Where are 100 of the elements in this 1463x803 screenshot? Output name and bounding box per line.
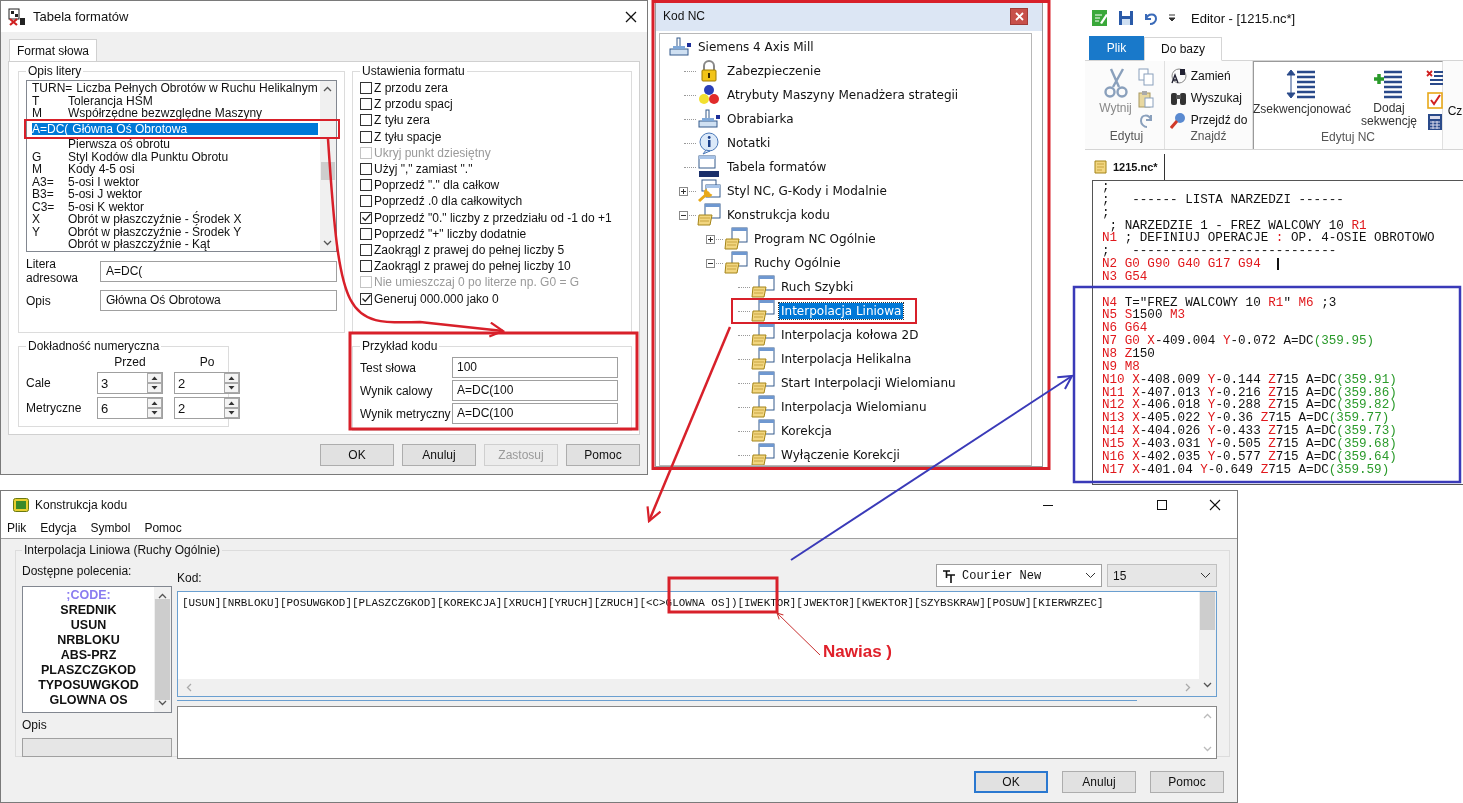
- menu-item[interactable]: Plik: [7, 521, 27, 535]
- menu-item[interactable]: Edycja: [40, 521, 77, 535]
- number-field[interactable]: 2: [174, 397, 240, 419]
- checkbox[interactable]: [360, 114, 372, 127]
- ribbon-tab[interactable]: Do bazy: [1144, 37, 1223, 61]
- save-icon[interactable]: [1118, 10, 1134, 26]
- calculator-icon[interactable]: [1426, 113, 1445, 130]
- tree-item[interactable]: Interpolacja Wielomianu: [779, 399, 929, 415]
- checkbox[interactable]: [360, 292, 372, 305]
- tab[interactable]: Format słowa: [9, 39, 98, 61]
- dialog-button[interactable]: Anuluj: [1062, 771, 1136, 793]
- number-field[interactable]: 6: [97, 397, 163, 419]
- scrollbar[interactable]: [154, 587, 171, 712]
- spinner-icon[interactable]: [147, 373, 162, 393]
- list-item[interactable]: PLASZCZGKOD: [23, 663, 154, 678]
- list-item[interactable]: USUN: [23, 618, 154, 633]
- tree-item[interactable]: Styl NC, G-Kody i Modalnie: [725, 183, 889, 199]
- checkbox[interactable]: [360, 227, 372, 240]
- ribbon-button[interactable]: Zamień: [1169, 67, 1248, 86]
- text-field[interactable]: A=DC(: [100, 260, 337, 282]
- tree-item[interactable]: Siemens 4 Axis Mill: [696, 39, 816, 55]
- checkbox[interactable]: [360, 82, 372, 95]
- tree-item[interactable]: Atrybuty Maszyny Menadżera strategii: [725, 87, 961, 103]
- list-item[interactable]: SREDNIK: [23, 603, 154, 618]
- dialog-button[interactable]: OK: [320, 444, 394, 466]
- dialog-button[interactable]: Anuluj: [402, 444, 476, 466]
- expand-toggle[interactable]: [706, 258, 715, 268]
- font-dropdown[interactable]: Courier New: [936, 564, 1102, 587]
- scroll-down-icon[interactable]: [1203, 682, 1212, 688]
- maximize-icon[interactable]: [1156, 498, 1168, 511]
- scroll-up-icon[interactable]: [323, 86, 333, 92]
- text-field[interactable]: A=DC(100: [452, 380, 618, 401]
- tree-item[interactable]: Obrabiarka: [725, 111, 796, 127]
- checkbox[interactable]: [360, 243, 372, 256]
- ribbon-button[interactable]: Zsekwencjonować: [1252, 66, 1353, 130]
- description-box[interactable]: [177, 706, 1217, 759]
- spinner-icon[interactable]: [147, 398, 162, 418]
- tree-item[interactable]: Interpolacja Helikalna: [779, 351, 914, 367]
- tree-item[interactable]: Korekcja: [779, 423, 834, 439]
- checkbox[interactable]: [360, 260, 372, 273]
- checkbox[interactable]: [360, 163, 372, 176]
- checkbox[interactable]: [360, 179, 372, 192]
- list-item[interactable]: ABS-PRZ: [23, 648, 154, 663]
- tree-item[interactable]: Start Interpolacji Wielomianu: [779, 375, 958, 391]
- tree-item[interactable]: Interpolacja Liniowa: [779, 303, 904, 319]
- scroll-down-icon[interactable]: [158, 700, 167, 706]
- code-editor[interactable]: [1092, 180, 1463, 485]
- dialog-button[interactable]: Pomoc: [1150, 771, 1224, 793]
- scroll-up-icon[interactable]: [158, 593, 167, 599]
- text-field[interactable]: Główna Oś Obrotowa: [100, 290, 337, 311]
- tree-item[interactable]: Ruch Szybki: [779, 279, 856, 295]
- scroll-thumb[interactable]: [155, 599, 170, 700]
- close-icon[interactable]: [1209, 498, 1221, 511]
- tree-item[interactable]: Program NC Ogólnie: [752, 231, 878, 247]
- ribbon-button[interactable]: Przejdź do: [1169, 110, 1248, 129]
- checkbox[interactable]: [360, 195, 372, 208]
- list-item[interactable]: TYPOSUWGKOD: [23, 678, 154, 693]
- expand-toggle[interactable]: [679, 186, 688, 196]
- tree-item[interactable]: Wyłączenie Korekcji: [779, 447, 902, 463]
- scroll-thumb[interactable]: [1200, 592, 1215, 630]
- checkbox[interactable]: [360, 98, 372, 111]
- number-field[interactable]: 3: [97, 372, 163, 394]
- checkbox[interactable]: [360, 130, 372, 143]
- text-field[interactable]: 100: [452, 357, 618, 378]
- tree-item[interactable]: Interpolacja kołowa 2D: [779, 327, 921, 343]
- tree-item[interactable]: Ruchy Ogólnie: [752, 255, 843, 271]
- ribbon-button[interactable]: Dodaj sekwencję: [1356, 66, 1423, 130]
- menu-item[interactable]: Symbol: [90, 521, 131, 535]
- size-dropdown[interactable]: 15: [1107, 564, 1217, 587]
- number-field[interactable]: 2: [174, 372, 240, 394]
- ribbon-tab[interactable]: Plik: [1089, 36, 1144, 60]
- checklist-icon[interactable]: [1426, 91, 1445, 109]
- checkbox[interactable]: [360, 211, 372, 224]
- text-field[interactable]: A=DC(100: [452, 403, 618, 424]
- list-item[interactable]: A3= 5-osi I wektor: [32, 175, 318, 188]
- dialog-button[interactable]: Pomoc: [566, 444, 640, 466]
- list-item[interactable]: Y Obrót w płaszczyźnie - Środek Y: [32, 225, 318, 238]
- scrollbar[interactable]: [1199, 592, 1216, 696]
- close-button[interactable]: [1010, 7, 1028, 25]
- list-item[interactable]: T Tolerancja HSM: [32, 94, 318, 107]
- menu-item[interactable]: Pomoc: [144, 521, 182, 535]
- tree-item[interactable]: Zabezpieczenie: [725, 63, 823, 79]
- list-item[interactable]: B3= 5-osi J wektor: [32, 188, 318, 201]
- list-item[interactable]: X Obrót w płaszczyźnie - Środek X: [32, 213, 318, 226]
- list-item[interactable]: G Styl Kodów dla Punktu Obrotu: [32, 150, 318, 163]
- tree-item[interactable]: Konstrukcja kodu: [725, 207, 832, 223]
- list-item[interactable]: NRBLOKU: [23, 633, 154, 648]
- delete-list-icon[interactable]: [1426, 69, 1445, 87]
- ribbon-button[interactable]: Wyszukaj: [1169, 88, 1248, 108]
- list-item[interactable]: TURN= Liczba Pełnych Obrotów w Ruchu Helikalnym: [32, 82, 318, 95]
- caret-icon[interactable]: [1168, 14, 1176, 22]
- document-tab[interactable]: 1215.nc*: [1093, 154, 1165, 180]
- dialog-button[interactable]: OK: [974, 771, 1048, 793]
- tree-item[interactable]: Notatki: [725, 135, 773, 151]
- spinner-icon[interactable]: [224, 373, 239, 393]
- list-item[interactable]: Pierwsza oś obrotu: [32, 138, 318, 151]
- list-item[interactable]: M Współrzędne bezwzględne Maszyny: [32, 107, 318, 120]
- list-item[interactable]: M Kody 4-5 osi: [32, 163, 318, 176]
- edit-document-icon[interactable]: [1091, 9, 1109, 27]
- tree-item[interactable]: Tabela formatów: [725, 159, 829, 175]
